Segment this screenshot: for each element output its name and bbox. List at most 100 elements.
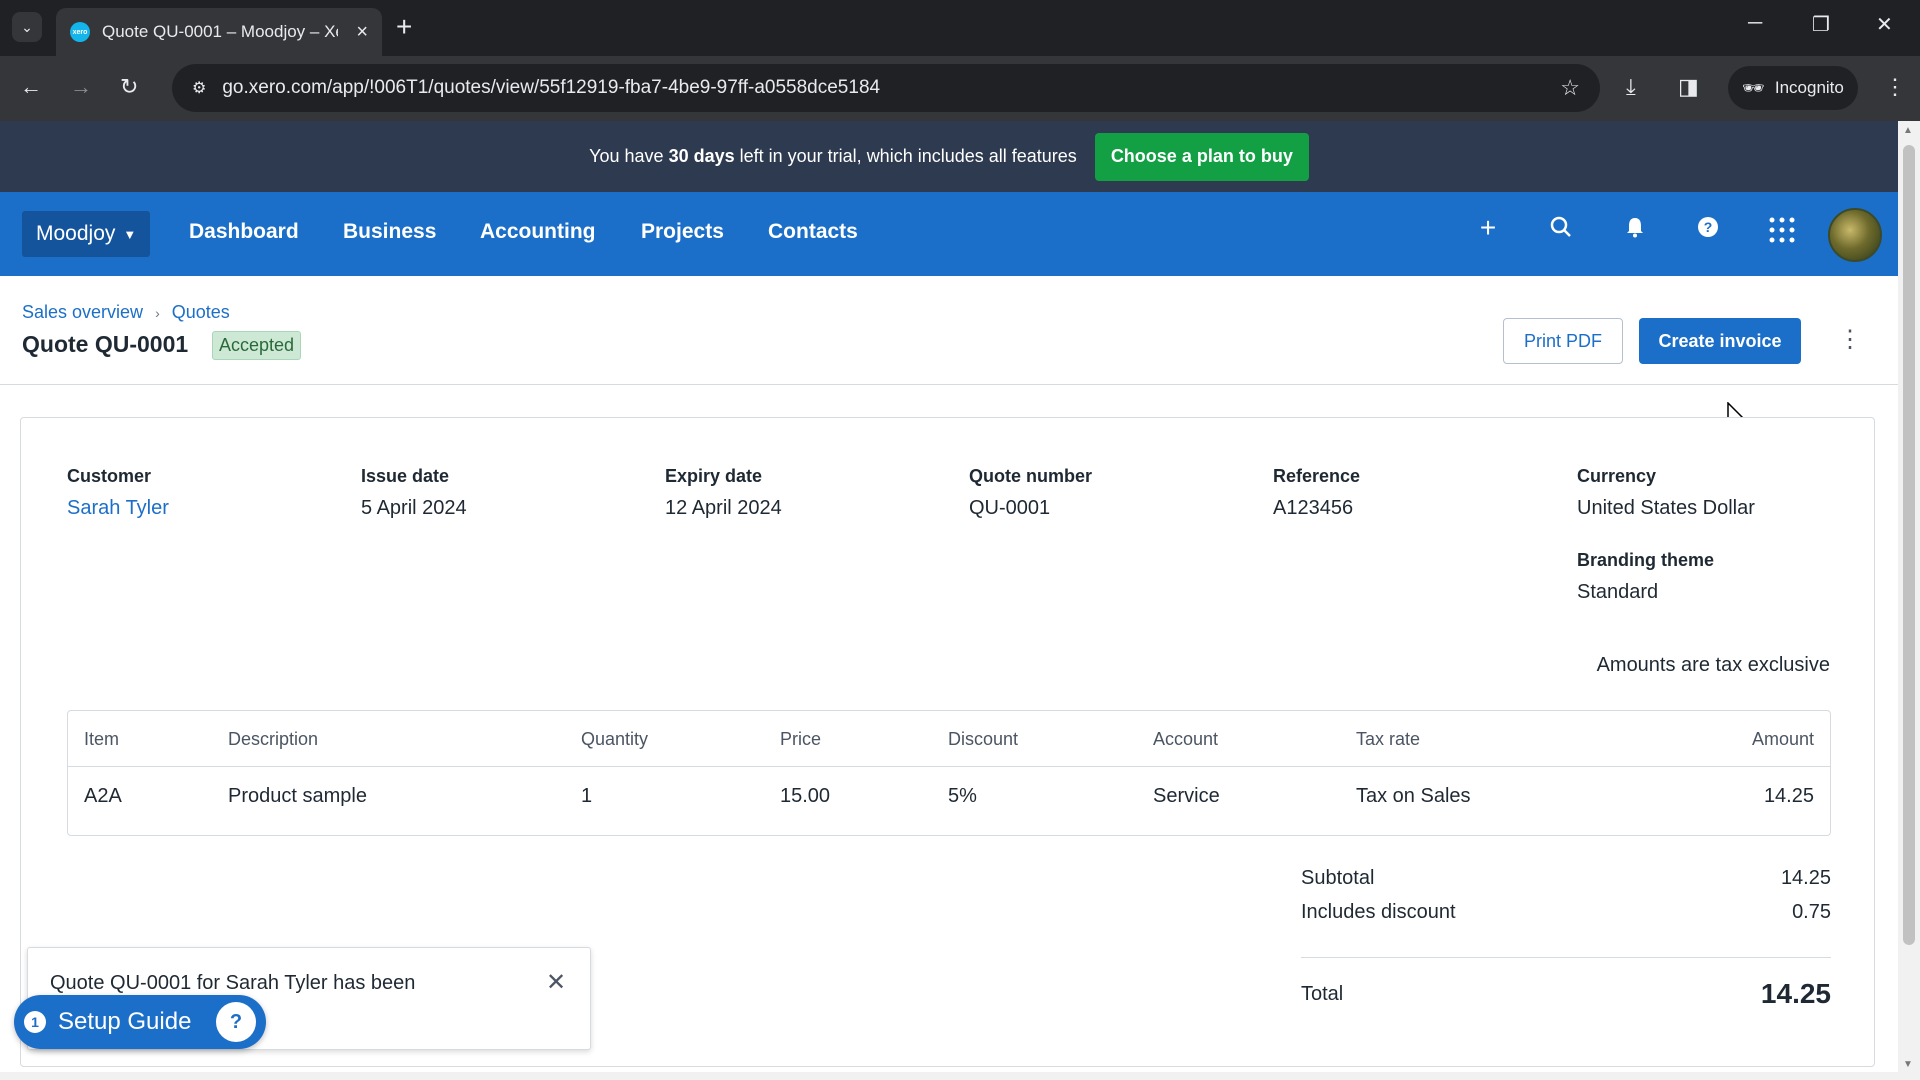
status-badge: Accepted <box>212 331 302 360</box>
more-options-icon[interactable]: ⋮ <box>1838 328 1862 352</box>
currency-value: United States Dollar <box>1577 497 1755 519</box>
nav-dashboard[interactable]: Dashboard <box>189 220 299 244</box>
issue-date-label: Issue date <box>361 466 450 486</box>
scroll-down-icon[interactable]: ▼ <box>1903 1059 1913 1070</box>
setup-guide-button[interactable]: 1 Setup Guide ? <box>14 995 266 1049</box>
breadcrumb-sales-overview[interactable]: Sales overview <box>22 302 143 323</box>
browser-toolbar: ← → ↻ ⚙ go.xero.com/app/!006T1/quotes/vi… <box>0 56 1920 121</box>
tab-close-icon[interactable]: × <box>356 21 368 44</box>
nav-accounting[interactable]: Accounting <box>480 220 596 244</box>
app-navigation: Moodjoy ▼ Dashboard Business Accounting … <box>0 192 1898 276</box>
incognito-label: Incognito <box>1774 78 1844 97</box>
help-icon-svg: ? <box>1698 217 1718 237</box>
side-panel-icon[interactable]: ◨ <box>1678 74 1699 100</box>
tab-search-button[interactable]: ⌄ <box>12 12 42 42</box>
help-chat-icon[interactable]: ? <box>216 1002 256 1042</box>
forward-arrow-icon[interactable]: → <box>70 74 92 100</box>
search-icon[interactable] <box>1543 216 1579 245</box>
horizontal-scrollbar[interactable] <box>0 1072 1898 1080</box>
total-label: Total <box>1301 982 1344 1005</box>
toast-message: Quote QU-0001 for Sarah Tyler has been <box>50 972 416 994</box>
print-pdf-button[interactable]: Print PDF <box>1503 318 1623 364</box>
incognito-icon: 🕶 <box>1742 77 1765 98</box>
cell-account: Service <box>1153 785 1220 807</box>
bookmark-star-icon[interactable]: ☆ <box>1560 75 1580 101</box>
column-header-quantity: Quantity <box>581 729 649 749</box>
setup-guide-count: 1 <box>24 1011 46 1033</box>
column-header-item: Item <box>84 729 120 749</box>
cell-amount: 14.25 <box>1763 785 1814 807</box>
svg-text:?: ? <box>1704 219 1713 235</box>
url-text: go.xero.com/app/!006T1/quotes/view/55f12… <box>222 77 881 98</box>
discount-label: Includes discount <box>1301 901 1456 923</box>
help-icon[interactable]: ? <box>1690 216 1726 245</box>
cell-description: Product sample <box>228 785 367 807</box>
choose-plan-button[interactable]: Choose a plan to buy <box>1094 132 1309 181</box>
plus-icon[interactable]: + <box>1470 212 1506 244</box>
customer-link[interactable]: Sarah Tyler <box>67 497 169 520</box>
user-avatar[interactable] <box>1828 208 1882 262</box>
reload-icon[interactable]: ↻ <box>120 74 138 100</box>
branding-theme-value: Standard <box>1577 581 1659 603</box>
chevron-right-icon: › <box>155 304 160 321</box>
app-grid-icon[interactable] <box>1764 216 1800 251</box>
nav-contacts[interactable]: Contacts <box>768 220 858 244</box>
discount-row: Includes discount 0.75 <box>1301 901 1831 924</box>
organisation-menu[interactable]: Moodjoy ▼ <box>22 211 151 257</box>
nav-projects[interactable]: Projects <box>641 220 724 244</box>
restore-icon[interactable]: ❐ <box>1812 12 1830 37</box>
new-tab-plus-icon[interactable]: + <box>396 12 412 42</box>
discount-value: 0.75 <box>1792 901 1831 923</box>
line-items-table: Item Description Quantity Price Discount… <box>67 710 1831 836</box>
totals-divider <box>1301 957 1831 958</box>
subtotal-row: Subtotal 14.25 <box>1301 867 1831 890</box>
toast-close-icon[interactable]: ✕ <box>546 968 566 997</box>
column-header-price: Price <box>780 729 822 749</box>
bell-icon[interactable] <box>1617 216 1653 245</box>
tab-title: Quote QU-0001 – Moodjoy – Xero <box>102 22 338 41</box>
column-header-tax-rate: Tax rate <box>1356 729 1421 749</box>
expiry-date-field: Expiry date 12 April 2024 <box>665 466 782 520</box>
back-arrow-icon[interactable]: ← <box>20 74 42 100</box>
browser-tab-active[interactable]: xero Quote QU-0001 – Moodjoy – Xero × <box>56 8 382 56</box>
customer-field: Customer Sarah Tyler <box>67 466 169 520</box>
issue-date-field: Issue date 5 April 2024 <box>361 466 467 520</box>
expiry-date-label: Expiry date <box>665 466 763 486</box>
currency-field: Currency United States Dollar <box>1577 466 1755 520</box>
nav-business[interactable]: Business <box>343 220 436 244</box>
branding-theme-label: Branding theme <box>1577 550 1715 570</box>
vertical-scrollbar[interactable]: ▲ ▼ <box>1898 121 1920 1080</box>
incognito-badge[interactable]: 🕶 Incognito <box>1728 66 1858 110</box>
browser-menu-icon[interactable]: ⋮ <box>1884 74 1906 100</box>
reference-label: Reference <box>1273 466 1361 486</box>
total-row: Total 14.25 <box>1301 978 1831 1010</box>
window-close-icon[interactable]: ✕ <box>1876 12 1893 37</box>
scroll-up-icon[interactable]: ▲ <box>1903 125 1913 136</box>
customer-label: Customer <box>67 466 152 486</box>
chevron-down-icon: ⌄ <box>21 18 33 35</box>
address-bar[interactable]: ⚙ go.xero.com/app/!006T1/quotes/view/55f… <box>172 64 1600 112</box>
site-settings-icon[interactable]: ⚙ <box>192 78 206 98</box>
page-title: Quote QU-0001 <box>22 331 189 357</box>
trial-banner: You have 30 days left in your trial, whi… <box>0 121 1898 192</box>
setup-guide-label: Setup Guide <box>58 1008 192 1035</box>
caret-down-icon: ▼ <box>123 226 137 242</box>
column-header-amount: Amount <box>1751 729 1814 749</box>
cell-discount: 5% <box>948 785 977 807</box>
bell-icon-svg <box>1627 218 1643 238</box>
download-icon[interactable]: ⤓ <box>1626 74 1636 100</box>
minimize-icon[interactable]: ─ <box>1748 12 1762 35</box>
trial-text: You have 30 days left in your trial, whi… <box>589 146 1077 166</box>
subtotal-value: 14.25 <box>1780 867 1831 889</box>
column-header-discount: Discount <box>948 729 1019 749</box>
breadcrumb-quotes[interactable]: Quotes <box>172 302 230 323</box>
create-invoice-button[interactable]: Create invoice <box>1639 318 1801 364</box>
trial-days: 30 days <box>668 146 735 166</box>
cell-quantity: 1 <box>581 785 593 807</box>
quote-number-label: Quote number <box>969 466 1093 486</box>
scrollbar-thumb[interactable] <box>1903 145 1915 945</box>
xero-favicon-icon: xero <box>70 22 90 42</box>
tax-mode-note: Amounts are tax exclusive <box>1596 654 1830 676</box>
expiry-date-value: 12 April 2024 <box>665 497 782 519</box>
column-header-account: Account <box>1153 729 1219 749</box>
